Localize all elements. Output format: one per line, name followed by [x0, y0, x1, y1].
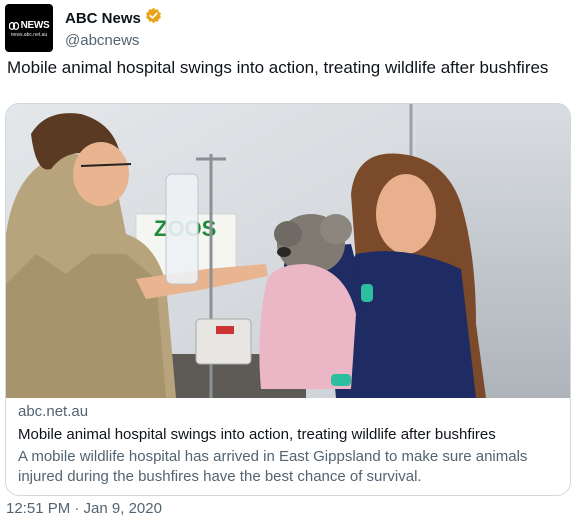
link-card[interactable]: ZOOS abc.net.au Mobile animal hospital s…	[5, 103, 571, 496]
tweet-text: Mobile animal hospital swings into actio…	[7, 58, 549, 77]
card-domain[interactable]: abc.net.au	[18, 402, 558, 422]
author-handle[interactable]: @abcnews	[65, 32, 162, 49]
card-title[interactable]: Mobile animal hospital swings into actio…	[18, 425, 558, 445]
author-avatar[interactable]: NEWS news.abc.net.au	[5, 4, 53, 52]
tweet-timestamp[interactable]: 12:51 PM · Jan 9, 2020	[6, 500, 162, 517]
verified-badge-icon	[145, 7, 162, 29]
avatar-sub-text: news.abc.net.au	[10, 32, 48, 38]
abc-logo: NEWS	[8, 20, 50, 31]
author-display-name[interactable]: ABC News	[65, 10, 141, 27]
tweet-header: NEWS news.abc.net.au ABC News @abcnews	[5, 4, 162, 52]
card-description: A mobile wildlife hospital has arrived i…	[18, 448, 528, 485]
card-image[interactable]: ZOOS	[6, 104, 570, 398]
